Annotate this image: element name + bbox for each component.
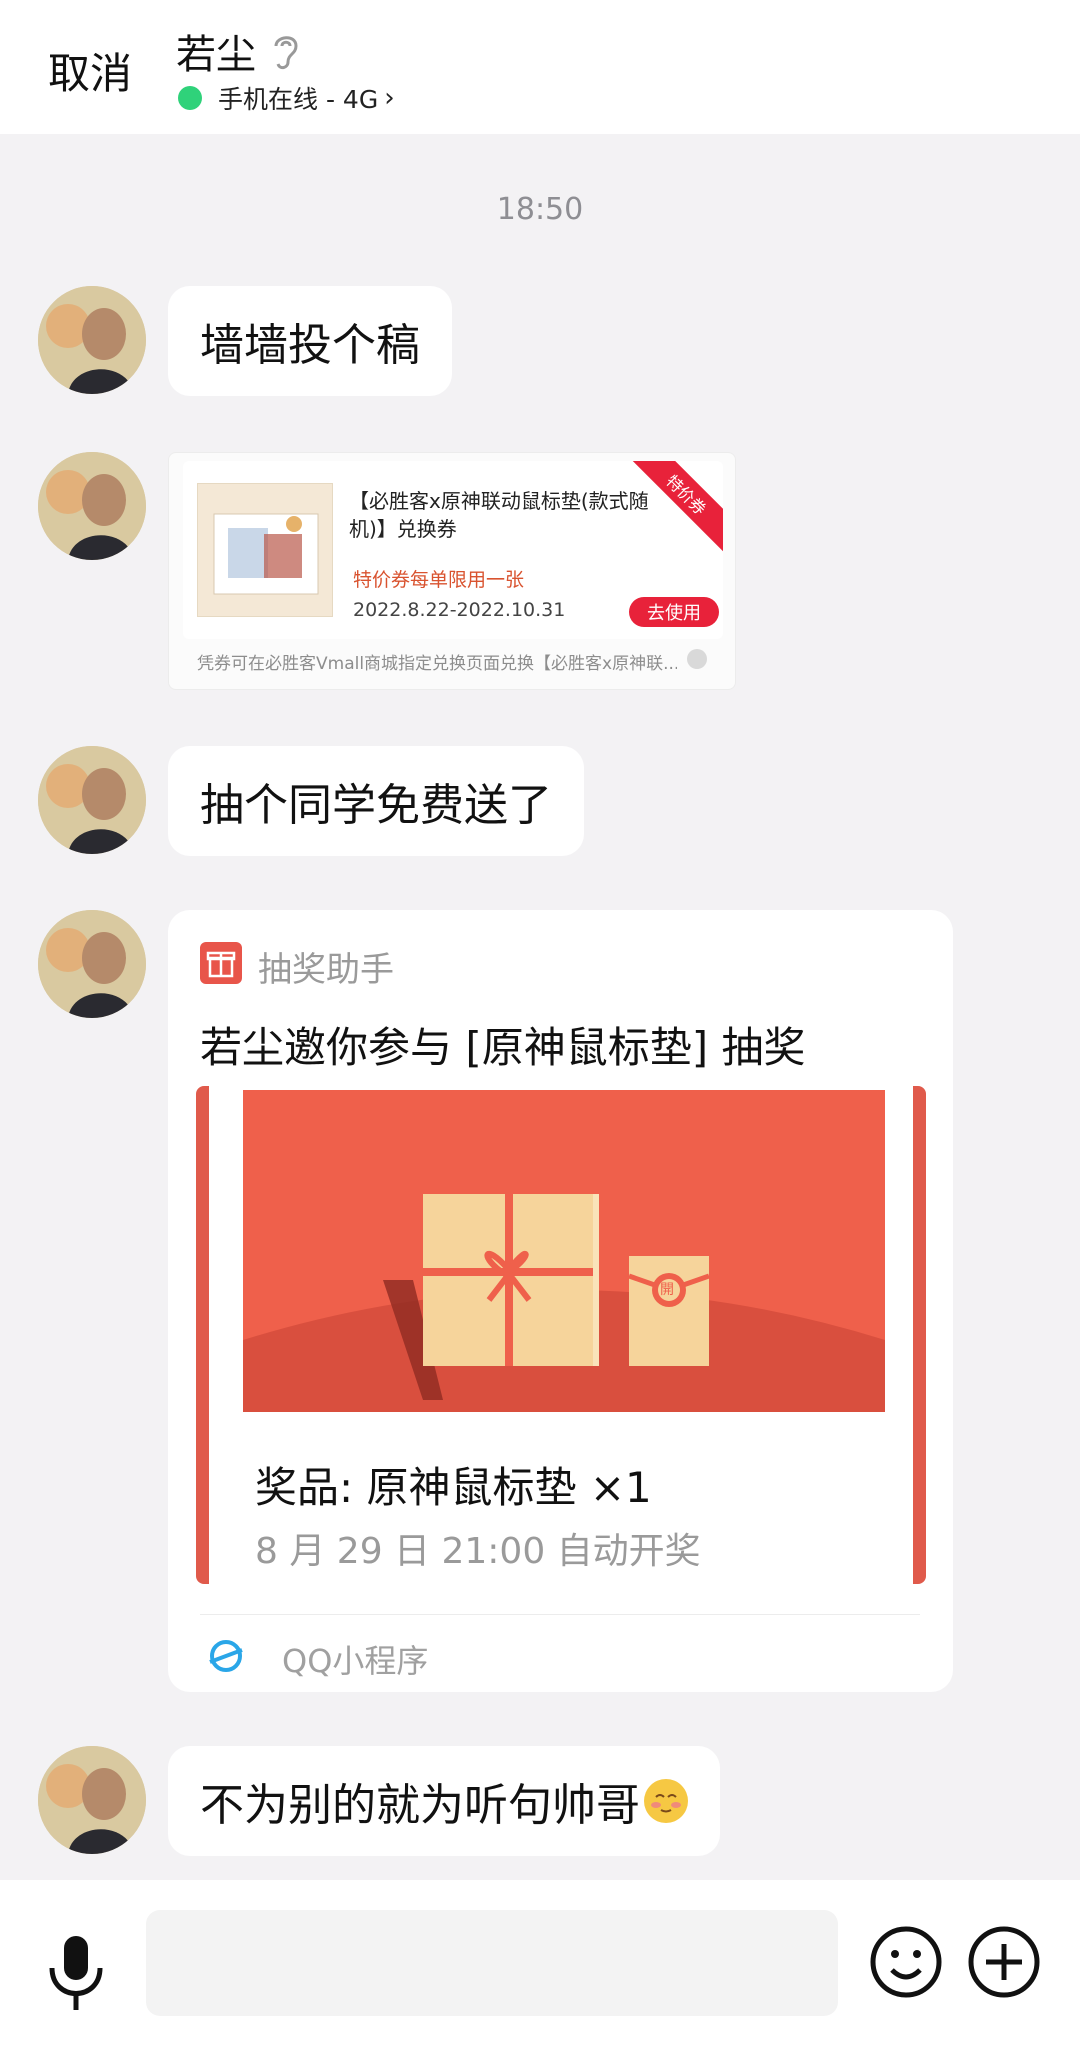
input-bar (0, 1880, 1080, 2046)
avatar[interactable] (38, 910, 146, 1018)
contact-name-text: 若尘 (176, 32, 256, 78)
chevron-down-icon[interactable] (687, 649, 707, 669)
message-bubble[interactable]: 不为别的就为听句帅哥 (168, 1746, 720, 1856)
ear-icon[interactable] (270, 30, 302, 72)
online-status[interactable]: 手机在线 - 4G › (178, 80, 395, 116)
gift-banner: 開 (243, 1090, 885, 1412)
mini-program-label: QQ小程序 (282, 1642, 429, 1680)
avatar[interactable] (38, 746, 146, 854)
card-app-name: 抽奖助手 (258, 950, 394, 990)
use-coupon-button[interactable]: 去使用 (629, 597, 719, 627)
emoji-icon[interactable] (868, 1924, 944, 2000)
coupon-card[interactable]: 【必胜客x原神联动鼠标垫(款式随机)】兑换券 特价券每单限用一张 2022.8.… (168, 452, 736, 690)
prize-text: 奖品: 原神鼠标垫 ×1 (255, 1463, 652, 1512)
coupon-thumbnail (197, 483, 333, 617)
coupon-date: 2022.8.22-2022.10.31 (353, 599, 566, 621)
message-bubble[interactable]: 墙墙投个稿 (168, 286, 452, 396)
coupon-footer: 凭券可在必胜客Vmall商城指定兑换页面兑换【必胜客x原神联... (197, 654, 677, 674)
coupon-main: 【必胜客x原神联动鼠标垫(款式随机)】兑换券 特价券每单限用一张 2022.8.… (183, 461, 723, 639)
mic-icon[interactable] (40, 1932, 112, 2012)
status-text: 手机在线 - 4G (218, 85, 379, 114)
banner-seal: 開 (660, 1282, 674, 1298)
qq-mini-program-icon (206, 1636, 246, 1676)
message-text: 不为别的就为听句帅哥 (200, 1780, 640, 1831)
card-body: 開 奖品: 原神鼠标垫 ×1 8 月 29 日 21:00 自动开奖 (196, 1086, 926, 1584)
avatar[interactable] (38, 286, 146, 394)
message-input[interactable] (146, 1910, 838, 2016)
draw-time: 8 月 29 日 21:00 自动开奖 (255, 1531, 701, 1572)
message-text: 墙墙投个稿 (200, 320, 420, 371)
chat-header: 取消 若尘 手机在线 - 4G › (0, 0, 1080, 134)
coupon-title: 【必胜客x原神联动鼠标垫(款式随机)】兑换券 (349, 489, 649, 541)
gift-icon (200, 942, 242, 984)
coupon-limit: 特价券每单限用一张 (353, 569, 525, 591)
avatar[interactable] (38, 452, 146, 560)
divider (200, 1614, 920, 1615)
avatar[interactable] (38, 1746, 146, 1854)
card-title: 若尘邀你参与 [原神鼠标垫] 抽奖 (200, 1023, 806, 1072)
chevron-right-icon: › (384, 83, 395, 113)
message-timestamp: 18:50 (496, 192, 584, 227)
plus-icon[interactable] (966, 1924, 1042, 2000)
lottery-card[interactable]: 抽奖助手 若尘邀你参与 [原神鼠标垫] 抽奖 開 奖品: 原神鼠标垫 ×1 8 (168, 910, 953, 1692)
cancel-button[interactable]: 取消 (48, 40, 132, 101)
contact-name[interactable]: 若尘 (176, 22, 302, 80)
message-bubble[interactable]: 抽个同学免费送了 (168, 746, 584, 856)
blush-emoji-icon (644, 1779, 688, 1823)
message-text: 抽个同学免费送了 (200, 780, 552, 831)
online-dot-icon (178, 86, 202, 110)
